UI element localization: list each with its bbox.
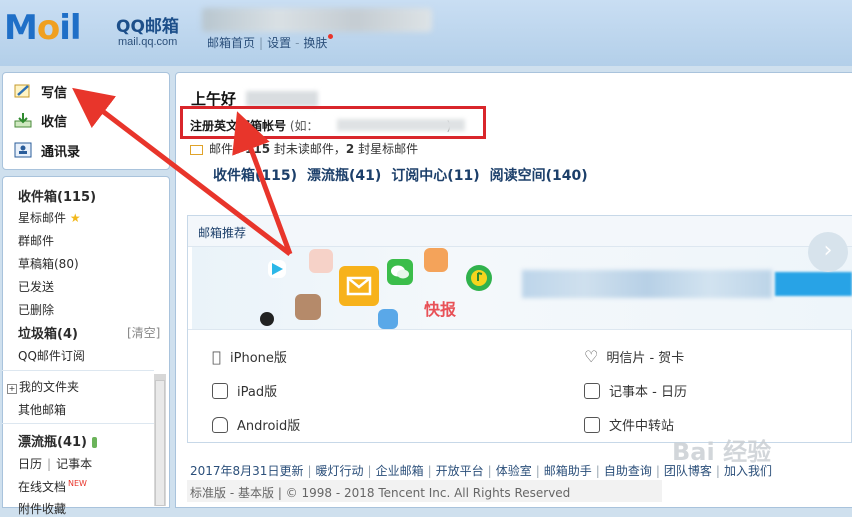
calendar-link[interactable]: 日历 [18, 457, 42, 471]
unread-count: 115 [245, 142, 271, 156]
folder-deleted[interactable]: 已删除 [18, 301, 54, 318]
footer-link[interactable]: 暖灯行动 [316, 464, 364, 478]
logo-title: QQ邮箱 [116, 17, 179, 37]
my-folders-toggle[interactable]: + 我的文件夹 [7, 378, 79, 395]
download-ipad-link[interactable]: iPad版 [212, 381, 277, 400]
android-icon [212, 416, 228, 433]
new-badge: NEW [68, 479, 87, 488]
folder-inbox[interactable]: 收件箱(115) [18, 186, 96, 205]
bottle-icon [91, 437, 97, 448]
top-nav: 邮箱首页 | 设置 - 换肤 [207, 34, 334, 51]
divider [2, 370, 154, 371]
contacts-book-icon [14, 142, 32, 158]
username-blurred [246, 91, 318, 107]
promo-header [188, 216, 852, 247]
attachments-link[interactable]: 附件收藏 [18, 500, 66, 517]
new-dot-icon [328, 34, 334, 39]
game-icon [424, 248, 448, 272]
mail-stats: 邮件：115 封未读邮件，2 封星标邮件 [190, 140, 418, 157]
drift-bottle-link[interactable]: 漂流瓶(41) [18, 431, 97, 450]
baidu-watermark: Bai 经验 [672, 438, 772, 466]
footer-copyright: 标准版 - 基本版 | © 1998 - 2018 Tencent Inc. A… [190, 486, 571, 500]
inbox-download-icon [14, 112, 32, 128]
basic-version-link[interactable]: 基本版 [238, 486, 274, 500]
envelope-icon [190, 144, 203, 155]
footer-link[interactable]: 开放平台 [436, 464, 484, 478]
footer-link[interactable]: 邮箱助手 [544, 464, 592, 478]
shield-icon [378, 309, 398, 329]
calendar-icon [584, 382, 600, 399]
notes-calendar-link[interactable]: 记事本 - 日历 [584, 381, 687, 400]
folder-subscriptions[interactable]: QQ邮件订阅 [18, 347, 85, 364]
heart-icon: ♡ [584, 347, 599, 366]
divider [188, 329, 852, 330]
folder-spam[interactable]: 垃圾箱(4) [18, 323, 78, 342]
footer-link[interactable]: 体验室 [496, 464, 532, 478]
quick-links: 收件箱(115) 漂流瓶(41) 订阅中心(11) 阅读空间(140) [213, 165, 598, 185]
logo-url: mail.qq.com [118, 36, 178, 48]
folder-sent[interactable]: 已发送 [18, 278, 54, 295]
other-mailbox-link[interactable]: 其他邮箱 [18, 401, 66, 418]
download-iphone-link[interactable]: iPhone版 [212, 347, 287, 367]
sidebar-scroll-thumb[interactable] [155, 380, 165, 506]
file-transfer-icon [584, 416, 600, 433]
footer-link[interactable]: 2017年8月31日更新 [190, 464, 303, 478]
postcard-link[interactable]: ♡ 明信片 - 贺卡 [584, 347, 684, 366]
receive-mail-button[interactable]: 收信 [14, 109, 67, 131]
nav-mail-home-link[interactable]: 邮箱首页 [207, 36, 255, 50]
nav-skin-link[interactable]: 换肤 [303, 36, 327, 50]
footer-link[interactable]: 自助查询 [604, 464, 652, 478]
star-count: 2 [345, 142, 355, 156]
quick-link-inbox[interactable]: 收件箱(115) [213, 168, 297, 184]
quick-link-reading-space[interactable]: 阅读空间(140) [490, 168, 588, 184]
game-character-icon [309, 249, 333, 273]
folder-drafts[interactable]: 草稿箱(80) [18, 255, 79, 272]
standard-version-link[interactable]: 标准版 [190, 486, 226, 500]
qq-music-icon [466, 265, 492, 291]
online-docs-link[interactable]: 在线文档 NEW [18, 478, 87, 495]
apple-icon:  [212, 348, 221, 366]
video-play-icon [268, 260, 286, 278]
notes-link[interactable]: 记事本 [56, 457, 92, 471]
qqmail-logo[interactable]: Moil [4, 8, 82, 48]
folder-group[interactable]: 群邮件 [18, 232, 54, 249]
pencil-icon [14, 83, 32, 99]
divider [2, 423, 154, 424]
footer-link[interactable]: 企业邮箱 [376, 464, 424, 478]
contacts-button[interactable]: 通讯录 [14, 139, 80, 161]
download-android-link[interactable]: Android版 [212, 415, 300, 434]
wechat-icon [387, 259, 413, 285]
next-arrow-icon[interactable]: › [808, 232, 848, 272]
banner-cta-button[interactable] [775, 272, 852, 296]
promo-title: 邮箱推荐 [198, 226, 247, 240]
qqmail-app-icon [339, 266, 379, 306]
user-account-blurred [202, 8, 432, 32]
red-highlight-box [180, 106, 486, 139]
write-mail-button[interactable]: 写信 [14, 80, 67, 102]
expand-icon: + [7, 384, 17, 394]
quick-link-subscriptions[interactable]: 订阅中心(11) [391, 168, 479, 184]
kuaibao-logo: 快报 [424, 300, 457, 319]
star-icon: ★ [69, 211, 81, 225]
banner-text-blurred [522, 270, 772, 298]
game-hero-icon [295, 294, 321, 320]
calendar-notes-row: 日历 | 记事本 [18, 457, 93, 471]
clear-spam-link[interactable]: [清空] [127, 324, 160, 341]
tablet-icon [212, 382, 228, 399]
file-transfer-link[interactable]: 文件中转站 [584, 415, 674, 434]
quick-link-drift-bottle[interactable]: 漂流瓶(41) [307, 168, 381, 184]
nav-settings-link[interactable]: 设置 [267, 36, 291, 50]
qq-penguin-icon [260, 312, 274, 326]
folder-starred[interactable]: 星标邮件 ★ [18, 209, 81, 226]
